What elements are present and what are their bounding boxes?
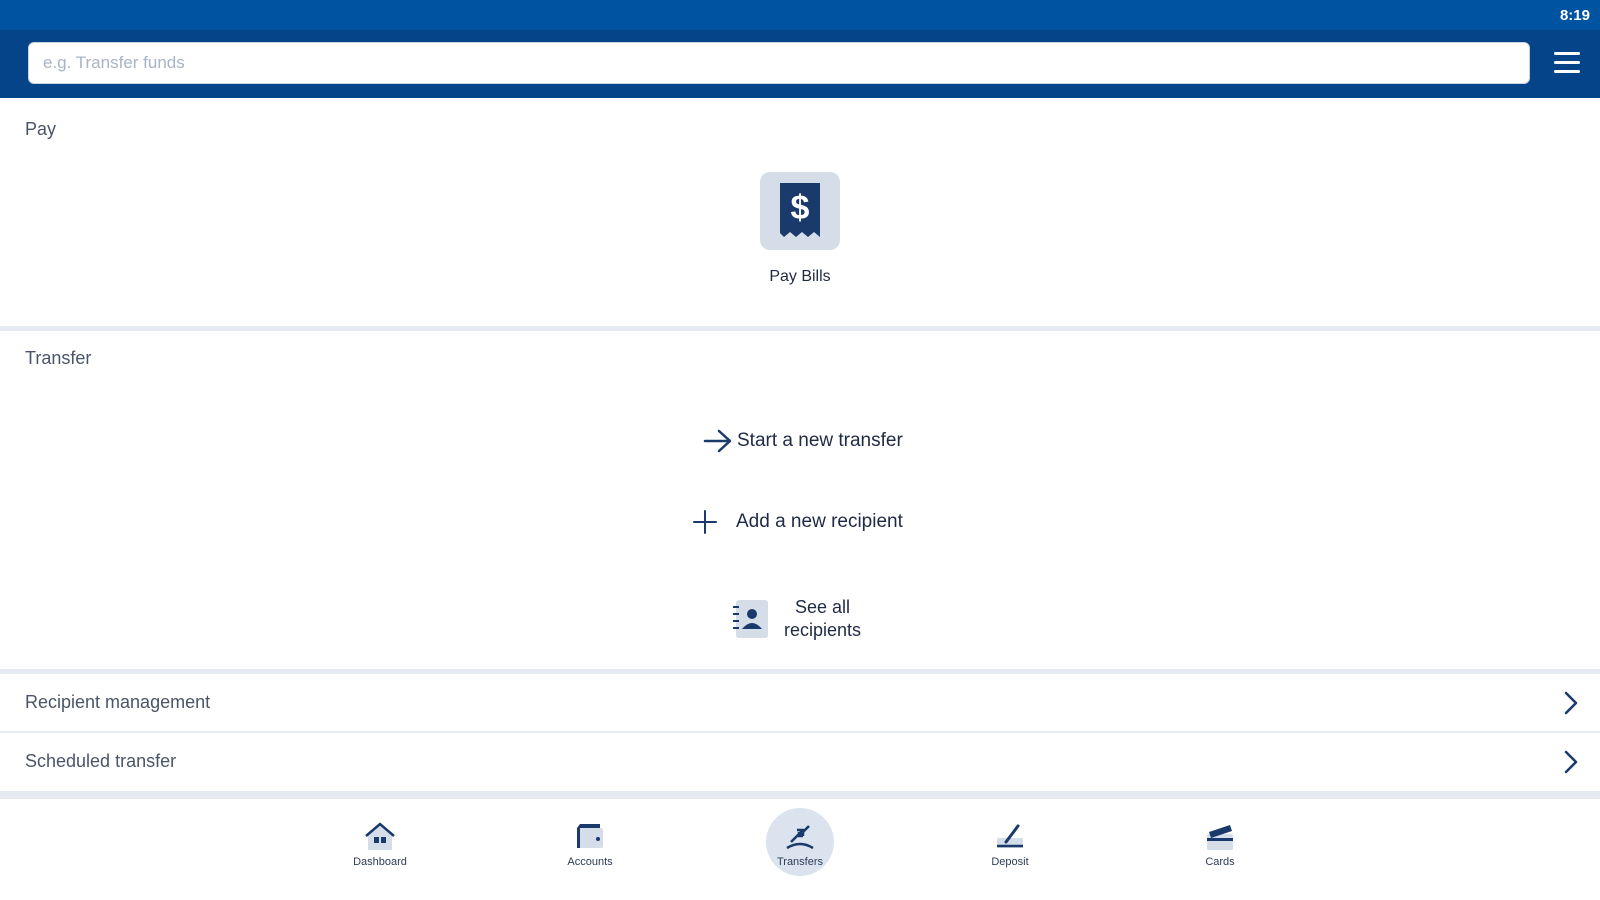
search-input[interactable]	[29, 43, 1529, 83]
check-deposit-icon	[997, 824, 1023, 848]
scheduled-transfer-label: Scheduled transfer	[25, 751, 177, 771]
section-title-transfer: Transfer	[25, 348, 92, 368]
start-new-transfer-button[interactable]: Start a new transfer	[703, 428, 903, 454]
nav-transfers[interactable]: Transfers	[755, 808, 845, 892]
search-box[interactable]	[28, 42, 1530, 84]
add-new-recipient-label: Add a new recipient	[736, 511, 903, 532]
card-icon	[1207, 825, 1233, 850]
pay-bills-label: Pay Bills	[769, 268, 831, 285]
svg-text:$: $	[791, 189, 810, 227]
scheduled-transfer-row[interactable]: Scheduled transfer	[0, 733, 1600, 791]
wallet-icon	[577, 824, 603, 848]
see-all-recipients-button[interactable]: See all recipients	[730, 596, 861, 642]
receipt-dollar-icon: $	[780, 183, 820, 237]
nav-dashboard-label: Dashboard	[353, 856, 407, 868]
nav-deposit-label: Deposit	[991, 856, 1029, 868]
transfer-icon	[786, 825, 814, 850]
top-bar	[0, 30, 1600, 98]
section-title-pay: Pay	[25, 119, 57, 139]
pay-bills-button[interactable]: $ Pay Bills	[735, 172, 865, 286]
start-new-transfer-label: Start a new transfer	[737, 430, 903, 451]
add-new-recipient-button[interactable]: Add a new recipient	[692, 509, 903, 535]
bottom-navigation: Dashboard Accounts Transfers Deposit Car…	[0, 808, 1600, 900]
hamburger-menu-icon[interactable]	[1554, 52, 1582, 76]
nav-dashboard[interactable]: Dashboard	[335, 812, 425, 892]
status-bar: 8:19	[0, 0, 1600, 30]
nav-accounts-label: Accounts	[567, 856, 613, 868]
chevron-right-icon	[1562, 690, 1580, 721]
chevron-right-icon	[1562, 749, 1580, 780]
status-time: 8:19	[1559, 7, 1590, 24]
nav-cards-label: Cards	[1205, 856, 1235, 868]
section-divider	[0, 791, 1600, 799]
nav-accounts[interactable]: Accounts	[545, 812, 635, 892]
nav-cards[interactable]: Cards	[1175, 812, 1265, 892]
section-divider	[0, 326, 1600, 331]
plus-icon	[692, 509, 718, 535]
see-all-recipients-label: See all recipients	[784, 597, 862, 640]
pay-bills-tile: $	[760, 172, 840, 250]
arrow-right-icon	[703, 428, 733, 454]
recipient-management-row[interactable]: Recipient management	[0, 674, 1600, 732]
nav-deposit[interactable]: Deposit	[965, 812, 1055, 892]
home-icon	[365, 822, 395, 850]
nav-transfers-label: Transfers	[776, 856, 824, 868]
recipient-management-label: Recipient management	[25, 692, 211, 712]
contacts-book-icon	[730, 598, 772, 640]
